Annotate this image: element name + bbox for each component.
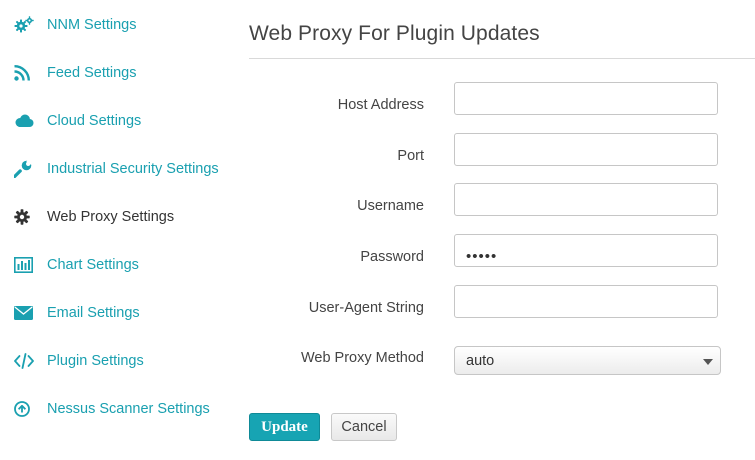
sidebar-item-nnm-settings[interactable]: NNM Settings [14, 13, 136, 37]
settings-sidebar: NNM Settings Feed Settings Cloud Setting… [0, 0, 240, 460]
sidebar-item-web-proxy-settings[interactable]: Web Proxy Settings [14, 205, 174, 229]
code-icon [14, 352, 36, 370]
sidebar-item-industrial-security-settings[interactable]: Industrial Security Settings [14, 157, 219, 181]
proxy-method-label: Web Proxy Method [300, 350, 424, 366]
sidebar-item-label: Chart Settings [47, 257, 139, 273]
user-agent-label: User-Agent String [308, 300, 424, 316]
host-address-label: Host Address [337, 97, 424, 113]
page-title: Web Proxy For Plugin Updates [249, 22, 540, 45]
user-agent-input[interactable] [454, 285, 718, 318]
envelope-icon [14, 304, 36, 322]
sidebar-item-label: Cloud Settings [47, 113, 142, 129]
port-input[interactable] [454, 133, 718, 166]
password-label: Password [360, 249, 424, 265]
update-button[interactable]: Update [249, 413, 320, 441]
password-masked-value: ••••• [466, 248, 498, 265]
username-label: Username [357, 198, 424, 214]
cancel-button[interactable]: Cancel [331, 413, 397, 441]
sidebar-item-chart-settings[interactable]: Chart Settings [14, 253, 139, 277]
sidebar-item-email-settings[interactable]: Email Settings [14, 301, 140, 325]
rss-icon [14, 64, 36, 82]
arrow-circle-up-icon [14, 400, 36, 418]
username-input[interactable] [454, 183, 718, 216]
cloud-icon [14, 112, 36, 130]
sidebar-item-label: Feed Settings [47, 65, 137, 81]
sidebar-item-label: Web Proxy Settings [47, 209, 175, 225]
sidebar-item-label: Plugin Settings [47, 353, 144, 369]
sidebar-item-label: Industrial Security Settings [47, 161, 219, 177]
sidebar-item-nessus-scanner-settings[interactable]: Nessus Scanner Settings [14, 397, 210, 421]
title-divider [249, 58, 755, 59]
sidebar-item-label: NNM Settings [47, 17, 137, 33]
port-label: Port [397, 148, 424, 164]
proxy-method-select[interactable]: auto [454, 346, 721, 375]
sidebar-item-cloud-settings[interactable]: Cloud Settings [14, 109, 141, 133]
sidebar-item-feed-settings[interactable]: Feed Settings [14, 61, 136, 85]
sidebar-item-label: Email Settings [47, 305, 140, 321]
proxy-method-selected-value: auto [466, 353, 495, 369]
chevron-down-icon [703, 359, 713, 365]
bar-chart-icon [14, 256, 36, 274]
sidebar-item-label: Nessus Scanner Settings [47, 401, 210, 417]
gear-icon [14, 208, 36, 226]
wrench-icon [14, 160, 36, 178]
gears-icon [14, 16, 36, 34]
sidebar-item-plugin-settings[interactable]: Plugin Settings [14, 349, 144, 373]
host-address-input[interactable] [454, 82, 718, 115]
